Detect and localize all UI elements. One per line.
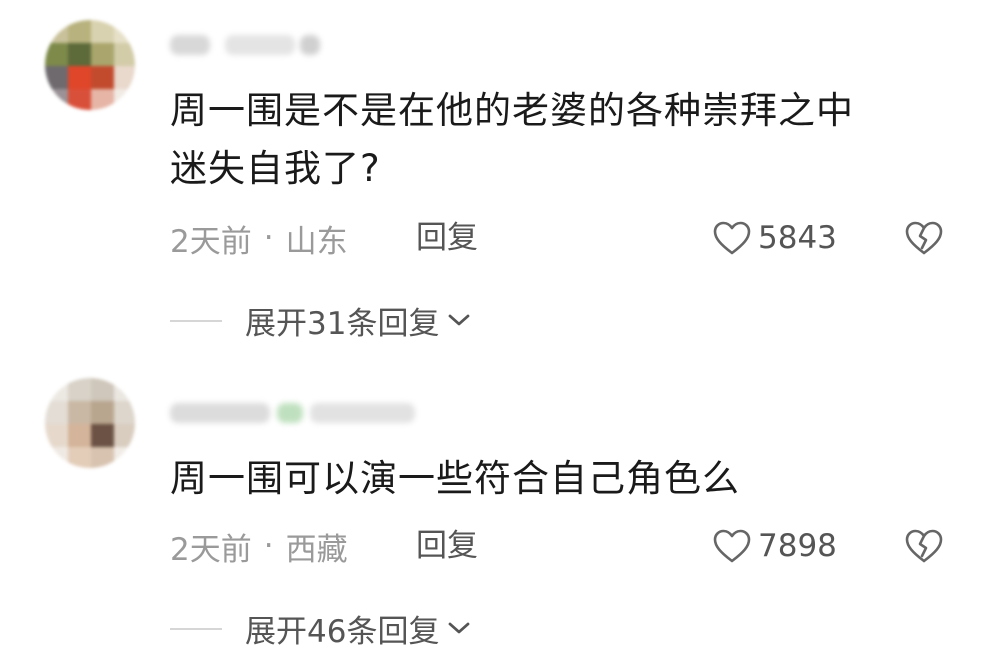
comment-time: 2天前 <box>170 223 252 260</box>
username-redacted[interactable] <box>165 30 325 60</box>
reply-button[interactable]: 回复 <box>416 526 478 566</box>
comment-item: 周一围可以演一些符合自己角色么 2天前 · 西藏 回复 7898 展开46条回复 <box>0 340 1000 654</box>
comment-text: 周一围可以演一些符合自己角色么 <box>170 457 740 500</box>
expand-divider <box>170 628 222 630</box>
like-count: 7898 <box>758 528 837 564</box>
heart-outline-icon <box>713 221 751 255</box>
comment-time: 2天前 <box>170 531 252 568</box>
chevron-down-icon <box>449 314 470 326</box>
heart-outline-icon <box>713 529 751 563</box>
like-button[interactable]: 7898 <box>712 526 837 566</box>
comment-location: 西藏 <box>285 531 348 568</box>
comment-meta: 2天前 · 西藏 <box>170 526 348 568</box>
expand-divider <box>170 320 222 322</box>
like-button[interactable]: 5843 <box>712 218 837 258</box>
comment-meta: 2天前 · 山东 <box>170 218 348 260</box>
expand-replies-button[interactable]: 展开31条回复 <box>245 298 471 342</box>
expand-replies-button[interactable]: 展开46条回复 <box>245 606 471 650</box>
comment-location: 山东 <box>285 223 348 260</box>
broken-heart-icon <box>905 221 943 255</box>
avatar[interactable] <box>45 20 135 110</box>
chevron-down-icon <box>449 622 470 634</box>
broken-heart-icon <box>905 529 943 563</box>
expand-replies-label: 展开46条回复 <box>245 613 440 650</box>
comment-text: 周一围是不是在他的老婆的各种崇拜之中 迷失自我了? <box>170 89 854 190</box>
username-redacted[interactable] <box>165 398 425 428</box>
dislike-button[interactable] <box>904 526 944 566</box>
avatar[interactable] <box>45 378 135 468</box>
dislike-button[interactable] <box>904 218 944 258</box>
comment-item: 周一围是不是在他的老婆的各种崇拜之中 迷失自我了? 2天前 · 山东 回复 58… <box>0 0 1000 342</box>
meta-separator: · <box>263 528 274 564</box>
reply-button[interactable]: 回复 <box>416 218 478 258</box>
expand-replies-label: 展开31条回复 <box>245 305 440 342</box>
like-count: 5843 <box>758 220 837 256</box>
meta-separator: · <box>263 220 274 256</box>
